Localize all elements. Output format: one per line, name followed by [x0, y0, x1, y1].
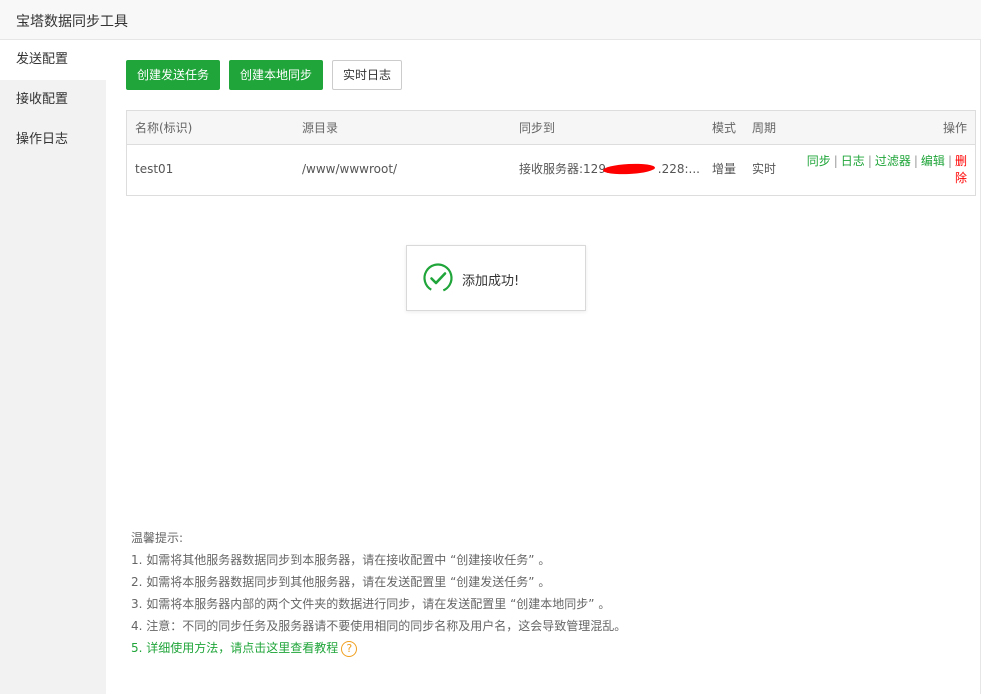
sidebar-item-operation-log[interactable]: 操作日志 [0, 120, 106, 160]
create-local-sync-button[interactable]: 创建本地同步 [229, 60, 324, 90]
window-title: 宝塔数据同步工具 [16, 14, 128, 30]
tip-line-5: 5. 详细使用方法，请点击这里查看教程? [131, 637, 626, 659]
toast-message: 添加成功! [462, 274, 520, 289]
tip-line-4: 4. 注意：不同的同步任务及服务器请不要使用相同的同步名称及用户名，这会导致管理… [131, 619, 627, 633]
table-header: 名称(标识) 源目录 同步到 模式 周期 操作 [127, 111, 975, 145]
table-row: test01 /www/wwwroot/ 接收服务器:129. .228:...… [127, 145, 975, 195]
tutorial-link[interactable]: 5. 详细使用方法，请点击这里查看教程 [131, 641, 338, 655]
header-actions: 操作 [942, 121, 967, 135]
row-cycle: 实时 [752, 162, 777, 176]
row-source-link[interactable]: /www/wwwroot/ [302, 145, 397, 193]
header-mode: 模式 [712, 121, 737, 135]
success-toast: 添加成功! [406, 245, 586, 311]
tip-line-3: 3. 如需将本服务器内部的两个文件夹的数据进行同步，请在发送配置里 “创建本地同… [131, 597, 611, 611]
toolbar: 创建发送任务 创建本地同步 实时日志 [126, 60, 411, 90]
header-name: 名称(标识) [135, 121, 193, 135]
sidebar-item-receive-config[interactable]: 接收配置 [0, 80, 106, 120]
edit-action-link[interactable]: 编辑 [921, 154, 945, 168]
tip-line-1: 1. 如需将其他服务器数据同步到本服务器，请在接收配置中 “创建接收任务” 。 [131, 553, 551, 567]
sidebar-item-send-config[interactable]: 发送配置 [0, 40, 106, 80]
header-cycle: 周期 [752, 121, 777, 135]
create-send-task-button[interactable]: 创建发送任务 [126, 60, 221, 90]
sync-task-table: 名称(标识) 源目录 同步到 模式 周期 操作 test01 /www/wwwr… [126, 110, 976, 196]
filter-action-link[interactable]: 过滤器 [875, 154, 911, 168]
delete-action-link[interactable]: 删除 [955, 154, 967, 185]
header-source: 源目录 [302, 121, 339, 135]
main-panel: 创建发送任务 创建本地同步 实时日志 名称(标识) 源目录 同步到 模式 周期 … [106, 40, 981, 694]
row-mode: 增量 [712, 162, 737, 176]
tips-section: 温馨提示: 1. 如需将其他服务器数据同步到本服务器，请在接收配置中 “创建接收… [131, 527, 626, 659]
log-action-link[interactable]: 日志 [841, 154, 865, 168]
sidebar: 发送配置 接收配置 操作日志 [0, 40, 106, 694]
title-bar: 宝塔数据同步工具 [0, 0, 981, 40]
row-sync-to: 接收服务器:129. .228:... [519, 145, 700, 193]
row-actions: 同步 | 日志 | 过滤器 | 编辑 | 删除 [806, 154, 967, 185]
header-sync-to: 同步到 [519, 121, 556, 135]
tips-title: 温馨提示: [131, 531, 184, 545]
sync-action-link[interactable]: 同步 [807, 154, 831, 168]
row-name: test01 [135, 162, 174, 176]
help-question-icon[interactable]: ? [341, 640, 358, 657]
check-circle-icon [423, 263, 453, 293]
tip-line-2: 2. 如需将本服务器数据同步到其他服务器，请在发送配置里 “创建发送任务” 。 [131, 575, 551, 589]
realtime-log-button[interactable]: 实时日志 [332, 60, 403, 90]
